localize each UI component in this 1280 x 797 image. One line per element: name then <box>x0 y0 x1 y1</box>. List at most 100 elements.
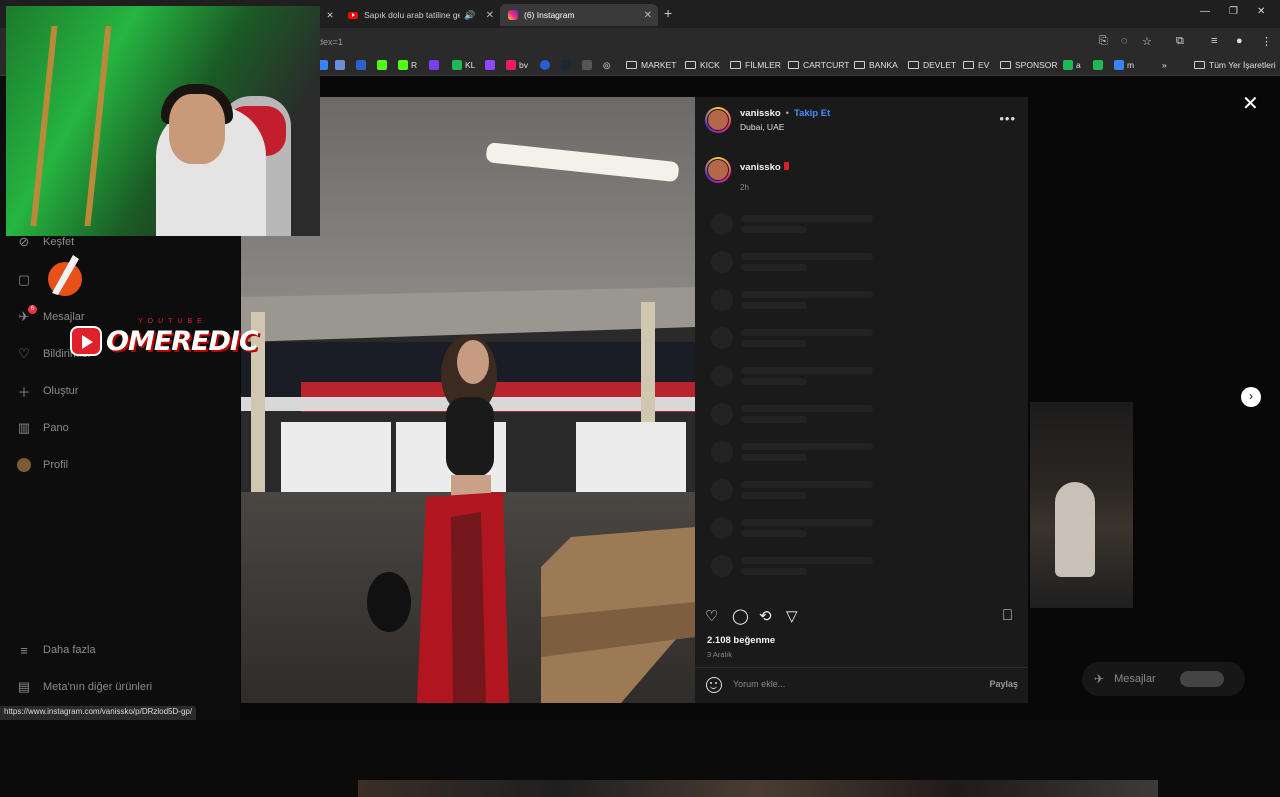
bookmark-r[interactable]: R <box>398 60 417 70</box>
emoji-smile-icon[interactable] <box>706 677 722 693</box>
messenger-icon: ✈ <box>1094 672 1105 686</box>
comment-skeleton <box>711 213 873 235</box>
repost-icon[interactable]: ⟲ <box>759 607 772 625</box>
close-window-button[interactable]: ✕ <box>1257 6 1265 17</box>
tab-close-previous[interactable]: ✕ <box>322 4 338 26</box>
bookmark-folder-banka[interactable]: BANKA <box>854 60 898 70</box>
avatar[interactable] <box>705 157 731 183</box>
bookmark-folder-sponsor[interactable]: SPONSOR <box>1000 60 1058 70</box>
bookmark-folder-kick[interactable]: KICK <box>685 60 720 70</box>
comment-bar: Paylaş <box>695 667 1028 703</box>
youtube-play-icon <box>70 326 102 356</box>
comment-input[interactable] <box>733 679 973 689</box>
bookmark-a[interactable]: a <box>1063 60 1081 70</box>
caption-username[interactable]: vanissko <box>740 162 781 173</box>
background-post-thumbnail[interactable] <box>1030 402 1133 608</box>
bookmark-twitch[interactable] <box>485 60 498 70</box>
bookmark-icon-7[interactable] <box>582 60 595 70</box>
close-icon[interactable]: ✕ <box>1242 91 1259 116</box>
bookmark-bv[interactable]: bv <box>506 60 528 70</box>
sidebar-item-profil[interactable]: Profil <box>16 457 68 473</box>
share-icon[interactable]: ▽ <box>786 607 798 625</box>
post-panel: vanissko • Takip Et Dubai, UAE ••• vanis… <box>695 97 1028 703</box>
background-thumbnails-strip <box>358 780 1158 797</box>
more-bookmarks-icon[interactable]: » <box>1162 60 1167 70</box>
bookmark-icon-5[interactable] <box>429 60 442 70</box>
sidebar-item-meta[interactable]: ▤ Meta'nın diğer ürünleri <box>16 679 152 695</box>
bookmark-folder-market[interactable]: MARKET <box>626 60 676 70</box>
install-icon[interactable]: ⎘ <box>1099 35 1108 48</box>
tab-title: Sapık dolu arab tatiline geldik <box>364 10 460 20</box>
sidebar-item-daha-fazla[interactable]: ≡ Daha fazla <box>16 642 95 658</box>
sidebar-item-reels[interactable]: ▢ <box>16 272 43 288</box>
emoji-icon <box>783 161 789 170</box>
bookmark-icon-8[interactable] <box>1093 60 1106 70</box>
all-bookmarks[interactable]: Tüm Yer İşaretleri <box>1194 60 1276 70</box>
comment-skeleton <box>711 365 873 387</box>
like-heart-icon[interactable]: ♡ <box>705 607 718 625</box>
bookmark-icon-4[interactable] <box>377 60 390 70</box>
sidebar-item-olustur[interactable]: ＋ Oluştur <box>16 383 78 400</box>
status-bar-url: https://www.instagram.com/vanissko/p/DRz… <box>0 706 197 720</box>
url-field[interactable]: dex=1 <box>318 37 343 47</box>
comment-skeleton <box>711 327 873 349</box>
bookmark-folder-ev[interactable]: EV <box>963 60 989 70</box>
messages-badge: 6 <box>28 305 37 314</box>
share-comment-button[interactable]: Paylaş <box>989 679 1018 689</box>
bookmark-icon[interactable]: ⎕ <box>1003 607 1012 624</box>
avatar[interactable] <box>705 107 731 133</box>
bookmark-steam[interactable] <box>561 60 574 70</box>
post-header: vanissko • Takip Et Dubai, UAE <box>705 107 830 133</box>
eye-off-icon[interactable]: ◌ <box>1121 35 1128 47</box>
speaker-icon[interactable]: 🔊 <box>464 10 475 21</box>
webcam-overlay <box>6 6 320 236</box>
comment-skeleton <box>711 251 873 273</box>
tab-title: (6) Instagram <box>524 10 575 20</box>
minimize-button[interactable]: — <box>1200 6 1210 17</box>
media-icon[interactable]: ≡ <box>1211 35 1217 47</box>
bookmark-m[interactable]: m <box>1114 60 1134 70</box>
profile-avatar-icon[interactable]: ● <box>1236 35 1243 47</box>
likes-count[interactable]: 2.108 beğenme <box>707 635 775 646</box>
post-actions: ♡ ◯ ⟲ ▽ ⎕ <box>705 607 1020 627</box>
streamer-logo-icon <box>48 255 82 296</box>
message-avatars <box>1180 671 1224 687</box>
bookmark-icon-2[interactable] <box>335 60 348 70</box>
post-location[interactable]: Dubai, UAE <box>740 122 830 132</box>
more-options-icon[interactable]: ••• <box>999 111 1016 126</box>
new-tab-button[interactable]: + <box>664 5 672 21</box>
star-icon[interactable]: ☆ <box>1142 35 1152 48</box>
sidebar-item-pano[interactable]: ▥ Pano <box>16 420 69 436</box>
chart-icon: ▥ <box>17 420 31 435</box>
youtube-favicon-icon <box>348 11 358 19</box>
messages-pill[interactable]: ✈ Mesajlar <box>1082 662 1245 696</box>
extensions-icon[interactable]: ⧉ <box>1176 35 1184 48</box>
channel-name: OMEREDIC <box>106 325 259 357</box>
heart-icon: ♡ <box>18 346 30 361</box>
post-time: 2h <box>740 183 749 192</box>
tab-instagram[interactable]: (6) Instagram ✕ <box>500 4 658 26</box>
bookmark-folder-filmler[interactable]: FİLMLER <box>730 60 781 70</box>
follow-button[interactable]: Takip Et <box>794 108 830 119</box>
post-username[interactable]: vanissko <box>740 108 781 119</box>
close-icon[interactable]: ✕ <box>638 10 658 21</box>
comment-skeleton <box>711 403 873 425</box>
comment-skeleton <box>711 289 873 311</box>
bookmark-folder-devlet[interactable]: DEVLET <box>908 60 956 70</box>
bookmark-folder-cartcurt[interactable]: CARTCURT <box>788 60 849 70</box>
next-post-chevron-icon[interactable]: › <box>1241 387 1261 407</box>
post-caption: vanissko 2h <box>705 157 789 192</box>
comment-skeleton <box>711 517 873 539</box>
tab-youtube[interactable]: Sapık dolu arab tatiline geldik 🔊 ✕ <box>340 4 500 26</box>
bookmark-icon-3[interactable] <box>356 60 369 70</box>
bookmark-kl[interactable]: KL <box>452 60 475 70</box>
kebab-menu-icon[interactable]: ⋮ <box>1261 35 1272 48</box>
restore-button[interactable]: ❐ <box>1229 6 1238 17</box>
reels-icon: ▢ <box>17 272 31 287</box>
close-icon[interactable]: ✕ <box>480 10 500 21</box>
sidebar-item-kesfet[interactable]: ⊘ Keşfet <box>16 234 75 250</box>
grid-icon: ▤ <box>17 679 31 694</box>
comment-icon[interactable]: ◯ <box>732 607 749 625</box>
bookmark-globe[interactable]: ◎ <box>603 60 610 71</box>
bookmark-icon-6[interactable] <box>540 60 553 70</box>
